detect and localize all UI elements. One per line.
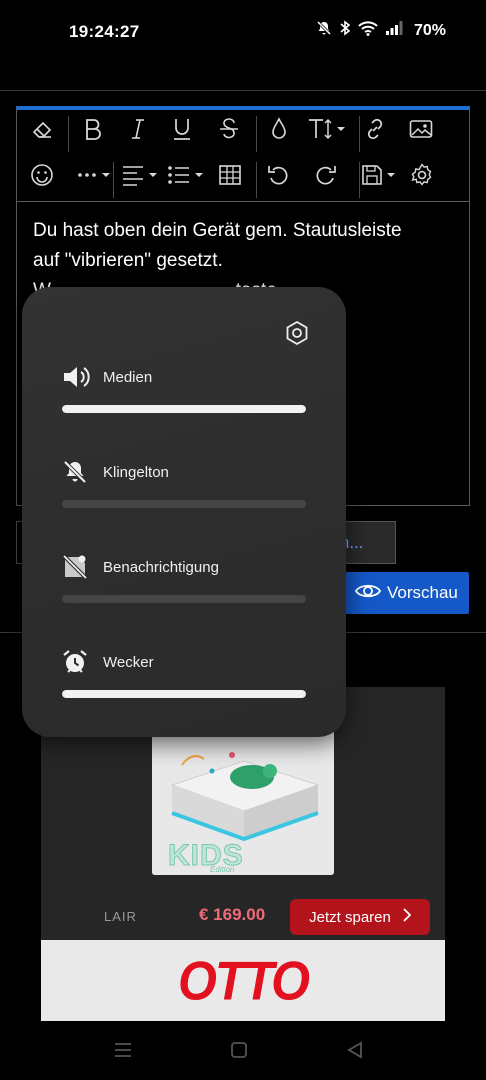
link-icon[interactable] [358,112,392,146]
notification-muted-icon [62,553,92,581]
ad-brand: LAIR [104,909,137,924]
toolbar-separator [113,162,114,198]
recents-button[interactable] [110,1040,136,1064]
save-icon[interactable] [360,158,400,192]
volume-panel: Medien Klingelton Benachrichtigung Wecke… [22,287,346,737]
home-icon [230,1041,248,1064]
toolbar-separator [256,116,257,152]
gear-icon[interactable] [405,158,439,192]
ad-card[interactable]: KIDS Edition LAIR € 169.00 Jetzt sparen … [41,687,445,1021]
ad-cta-button[interactable]: Jetzt sparen [290,899,430,935]
otto-logo: OTTO [178,949,310,1012]
battery-percent: 70% [413,21,446,39]
settings-icon [284,320,310,351]
volume-slider[interactable] [62,405,306,413]
undo-icon[interactable] [262,158,296,192]
color-icon[interactable] [262,112,296,146]
table-icon[interactable] [213,158,247,192]
image-icon[interactable] [404,112,438,146]
wifi-icon [358,20,378,41]
product-sublabel: Edition [210,865,235,874]
volume-label: Klingelton [103,463,169,481]
preview-button[interactable]: Vorschau [345,572,469,614]
eraser-icon[interactable] [25,112,59,146]
align-icon[interactable] [119,158,163,192]
text-size-icon[interactable] [305,112,349,146]
volume-slider[interactable] [62,595,306,603]
status-bar: 19:24:27 70% [0,0,486,64]
italic-icon[interactable] [121,112,155,146]
volume-row-media: Medien [62,363,306,423]
volume-slider-fill [62,405,306,413]
editor-line: auf "vibrieren" gesetzt. [33,250,223,271]
volume-row-ringtone: Klingelton [62,458,306,518]
more-icon[interactable] [72,158,116,192]
ad-price: € 169.00 [199,905,266,924]
ad-cta-label: Jetzt sparen [309,908,391,926]
volume-slider-fill [62,690,306,698]
volume-row-notification: Benachrichtigung [62,553,306,613]
bold-icon[interactable] [76,112,110,146]
emoji-icon[interactable] [25,158,59,192]
toolbar-row-1 [17,112,469,158]
volume-label: Medien [103,368,153,386]
page-divider [0,90,486,91]
product-image[interactable]: KIDS Edition [152,715,334,875]
list-icon[interactable] [165,158,209,192]
speaker-icon [62,363,92,391]
editor-line: Du hast oben dein Gerät gem. Stautusleis… [33,220,402,241]
recents-icon [114,1042,132,1063]
home-button[interactable] [226,1040,252,1064]
back-icon [346,1040,364,1064]
status-icons: 70% [316,20,446,41]
volume-label: Wecker [103,653,154,671]
mute-icon [316,20,332,41]
status-time: 19:24:27 [69,22,140,41]
volume-row-alarm: Wecker [62,648,306,708]
redo-icon[interactable] [308,158,342,192]
preview-button-label: Vorschau [387,583,458,602]
signal-icon [385,20,403,41]
volume-slider[interactable] [62,690,306,698]
eye-icon [354,582,382,605]
toolbar-separator [256,162,257,198]
strikethrough-icon[interactable] [212,112,246,146]
navigation-bar [0,1024,486,1080]
ad-banner[interactable]: OTTO [41,940,445,1021]
toolbar-row-2 [17,158,469,204]
ringer-muted-icon [62,458,92,486]
volume-slider[interactable] [62,500,306,508]
bluetooth-icon [339,20,351,41]
alarm-icon [62,648,92,676]
editor-toolbar [17,110,469,202]
chevron-right-icon [403,908,412,926]
back-button[interactable] [342,1040,368,1064]
volume-label: Benachrichtigung [103,558,219,576]
underline-icon[interactable] [165,112,199,146]
toolbar-separator [68,116,69,152]
volume-settings-button[interactable] [282,320,312,350]
